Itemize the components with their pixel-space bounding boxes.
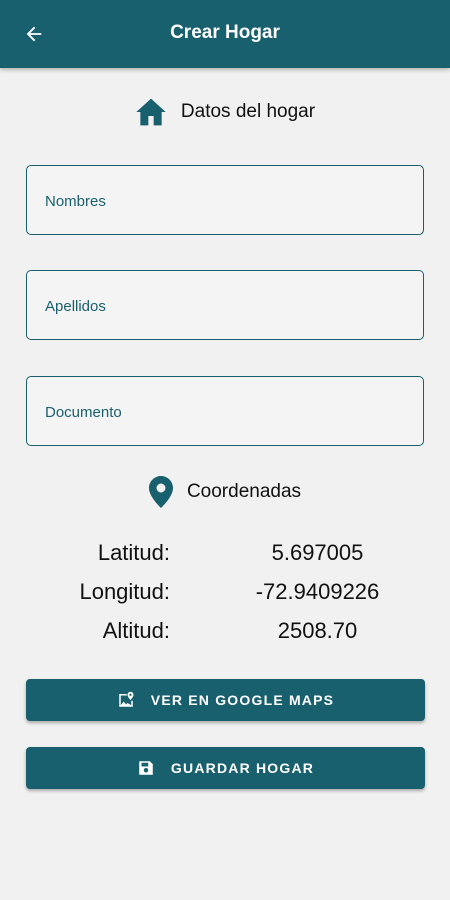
map-location-icon — [119, 691, 134, 707]
coordinates-table: Latitud: 5.697005 Longitud: -72.9409226 … — [0, 540, 450, 657]
save-household-button[interactable]: GUARDAR HOGAR — [26, 747, 425, 789]
longitude-label: Longitud: — [79, 579, 170, 604]
nombres-field[interactable] — [26, 165, 424, 236]
latitude-value: 5.697005 — [271, 540, 364, 565]
save-household-label: GUARDAR HOGAR — [170, 760, 315, 776]
home-icon — [136, 98, 166, 126]
save-icon — [139, 761, 153, 775]
latitude-row: Latitud: 5.697005 — [0, 540, 450, 579]
documento-input[interactable] — [43, 377, 407, 447]
household-section-header: Datos del hogar — [0, 97, 450, 127]
apellidos-input[interactable] — [43, 271, 407, 341]
map-pin-icon — [148, 476, 173, 508]
longitude-value: -72.9409226 — [255, 579, 380, 604]
page-title: Crear Hogar — [170, 22, 280, 43]
app-bar: Crear Hogar — [0, 0, 450, 68]
household-section-label: Datos del hogar — [180, 101, 316, 122]
nombres-input[interactable] — [43, 166, 407, 236]
view-google-maps-button[interactable]: VER EN GOOGLE MAPS — [26, 679, 425, 721]
longitude-row: Longitud: -72.9409226 — [0, 579, 450, 618]
altitude-value: 2508.70 — [277, 618, 358, 643]
coordinates-section-label: Coordenadas — [186, 481, 302, 502]
latitude-label: Latitud: — [97, 540, 170, 565]
altitude-label: Altitud: — [102, 618, 170, 643]
coordinates-section-header: Coordenadas — [0, 476, 450, 508]
apellidos-field[interactable] — [26, 270, 424, 341]
documento-field[interactable] — [26, 376, 424, 447]
altitude-row: Altitud: 2508.70 — [0, 618, 450, 657]
view-google-maps-label: VER EN GOOGLE MAPS — [150, 692, 335, 708]
